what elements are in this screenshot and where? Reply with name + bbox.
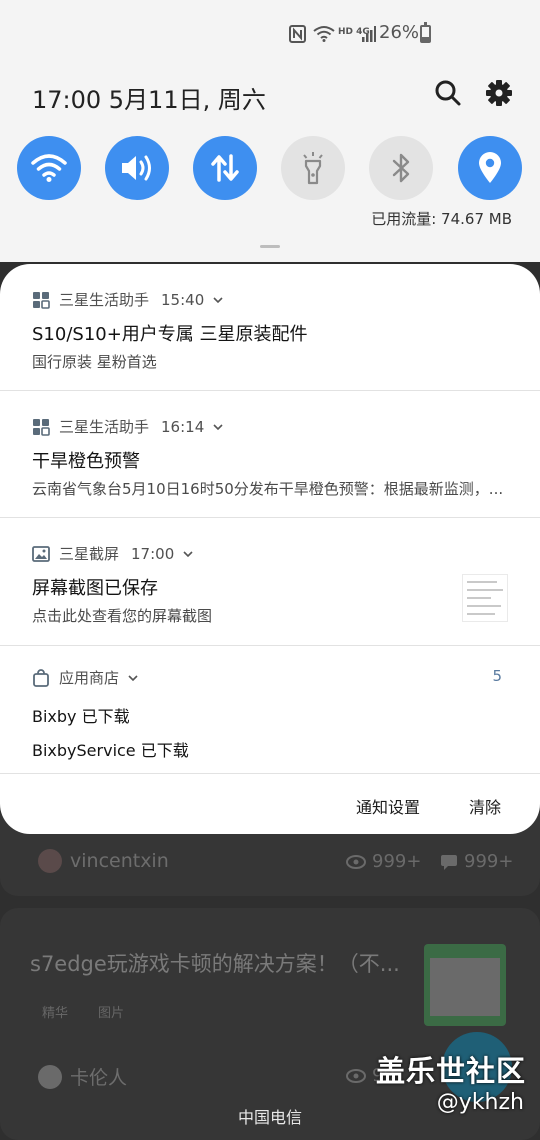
bg-user-row: vincentxin [38,849,169,873]
notification-text: 国行原装 星粉首选 [32,353,157,371]
battery-icon [420,22,431,43]
nfc-icon [289,25,306,43]
gear-icon[interactable] [484,78,514,108]
bluetooth-toggle[interactable] [369,136,433,200]
bg-comments: 999+ [440,851,513,872]
bg-tag: 精华 [42,1006,69,1021]
bg-tag: 图片 [98,1006,125,1021]
bg-username: 卡伦人 [70,1067,128,1089]
notification-title: S10/S10+用户专属 三星原装配件 [32,324,308,345]
image-icon [32,545,50,562]
notification-title: 干旱橙色预警 [32,451,140,472]
wifi-status-icon [313,26,335,42]
samsung-assistant-icon [33,418,50,436]
chevron-down-icon[interactable] [212,294,224,306]
location-toggle[interactable] [458,136,522,200]
chevron-down-icon[interactable] [182,548,194,560]
notification-item[interactable]: 三星生活助手 15:40 S10/S10+用户专属 三星原装配件 国行原装 星粉… [0,264,540,390]
samsung-assistant-icon [33,291,50,309]
battery-percent: 26% [379,22,420,43]
shopping-bag-icon [33,668,49,687]
data-transfer-icon [211,154,239,182]
bg-post-thumbnail [424,944,506,1026]
notification-time: 16:14 [161,417,205,436]
notification-header: 三星截屏 17:00 [32,543,194,564]
notification-item[interactable]: 三星生活助手 16:14 干旱橙色预警 云南省气象台5月10日16时50分发布干… [0,391,540,517]
data-usage-label: 已用流量: 74.67 MB [371,210,512,228]
avatar [38,849,62,873]
wifi-toggle[interactable] [17,136,81,200]
notification-app-name: 三星生活助手 [59,291,150,309]
avatar [38,1064,62,1089]
notification-header: 应用商店 [32,667,139,688]
clear-button[interactable]: 清除 [469,794,501,818]
signal-icon [362,26,376,42]
notification-line: BixbyService 已下载 [32,741,189,760]
flashlight-icon [303,152,323,185]
notification-item[interactable]: 三星截屏 17:00 屏幕截图已保存 点击此处查看您的屏幕截图 [0,518,540,644]
panel-drag-handle[interactable] [260,245,280,248]
notification-settings-button[interactable]: 通知设置 [356,794,420,818]
notification-text: 云南省气象台5月10日16时50分发布干旱橙色预警：根据最新监测，... [32,480,504,498]
notification-app-name: 三星截屏 [59,545,120,563]
volume-icon [122,155,151,181]
location-icon [479,152,501,183]
notification-text: 点击此处查看您的屏幕截图 [32,607,213,625]
date-time: 17:00 5月11日, 周六 [32,86,266,114]
chevron-down-icon[interactable] [127,672,139,684]
eye-icon [346,854,366,869]
notification-app-name: 三星生活助手 [59,418,150,436]
search-icon[interactable] [433,78,463,108]
sound-toggle[interactable] [105,136,169,200]
quick-panel: HD 4G 26% 17:00 5月11日, 周六 已用流量: 74.67 MB [0,0,540,262]
screenshot-thumbnail[interactable] [462,574,508,622]
chevron-down-icon[interactable] [212,421,224,433]
notification-app-name: 应用商店 [59,669,120,687]
mobile-data-toggle[interactable] [193,136,257,200]
bluetooth-icon [392,153,410,183]
wifi-icon [31,154,67,182]
eye-icon [346,1068,366,1083]
notification-time: 17:00 [131,544,175,563]
notification-header: 三星生活助手 16:14 [32,416,224,437]
notification-line: Bixby 已下载 [32,707,130,726]
watermark-title: 盖乐世社区 [375,1054,526,1088]
flashlight-toggle[interactable] [281,136,345,200]
notification-list: 三星生活助手 15:40 S10/S10+用户专属 三星原装配件 国行原装 星粉… [0,264,540,834]
divider [0,773,540,774]
notification-item[interactable]: 应用商店 5 Bixby 已下载 BixbyService 已下载 [0,646,540,772]
notification-header: 三星生活助手 15:40 [32,289,224,310]
carrier-label: 中国电信 [237,1108,302,1127]
bg-views: 999+ [346,851,421,872]
notification-time: 15:40 [161,290,205,309]
bg-user-row: 卡伦人 [38,1063,127,1090]
bg-username: vincentxin [70,850,169,872]
comment-icon [441,854,457,870]
bg-post-title: s7edge玩游戏卡顿的解决方案！（不... [30,952,400,976]
notification-title: 屏幕截图已保存 [32,578,158,599]
notification-count: 5 [492,667,502,685]
